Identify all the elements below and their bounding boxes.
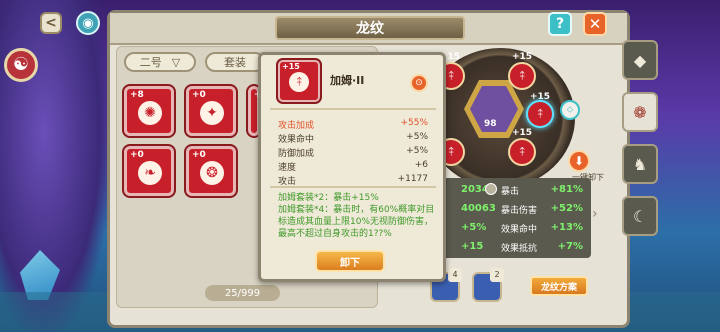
set-bonus-2: 加姆套装*2：暴击+15%: [278, 193, 379, 203]
dragon-item-icon[interactable]: 2: [472, 268, 504, 302]
chevron-down-icon: ▽: [171, 55, 181, 69]
attribute-value: +1177: [397, 174, 428, 184]
dropdown-label: 二号: [139, 56, 162, 69]
rune-glyph-icon: ⤉: [289, 72, 309, 92]
set-bonus-4-text: 加姆套装*4：暴击时，有60%概率对目标造成其血量上限10%无视防御伤害，最高不…: [278, 205, 435, 239]
stat-left-value: +5%: [461, 222, 487, 233]
item-count: 2: [490, 268, 504, 282]
tab-beast[interactable]: ♞: [622, 144, 658, 184]
stat-left-value: 40063: [461, 203, 496, 214]
ring-node-level: +15: [512, 128, 533, 138]
stat-right-value: +13%: [550, 222, 583, 233]
divider: [270, 108, 436, 110]
stat-name: 暴击伤害: [501, 206, 538, 216]
core-level: 98: [484, 119, 497, 129]
stat-name: 效果抵抗: [501, 244, 538, 254]
lock-icon[interactable]: ⊙: [410, 74, 428, 92]
tab-moon[interactable]: ☾: [622, 196, 658, 236]
stat-right-value: +52%: [550, 203, 583, 214]
stat-name: 暴击: [501, 187, 520, 197]
back-button[interactable]: <: [40, 12, 62, 34]
ring-node-level: +15: [512, 52, 533, 62]
leaf-rune-icon: ❧: [138, 161, 162, 185]
attribute-value: +5%: [406, 132, 428, 142]
attribute-row: 速度 +6: [278, 160, 428, 173]
shield-icon: [485, 183, 497, 195]
ring-rune-slot[interactable]: ⤉: [508, 62, 536, 90]
slot-level: +0: [192, 150, 206, 160]
link-arrow-icon: ⬦: [560, 100, 580, 120]
ring-rune-slot[interactable]: ⤉: [508, 138, 536, 166]
fire-rune-icon: ✺: [138, 101, 162, 125]
slot-level: +0: [192, 90, 206, 100]
attribute-value: +5%: [406, 146, 428, 156]
attribute-row: 防御加成 +5%: [278, 146, 428, 159]
attribute-name: 速度: [278, 163, 297, 173]
inventory-slot[interactable]: +8 ✺: [124, 86, 174, 136]
divider: [270, 186, 436, 188]
stat-right-value: +81%: [550, 184, 583, 195]
stat-right-value: +7%: [557, 241, 583, 252]
unequip-button[interactable]: 卸下: [315, 250, 385, 272]
rune-filter-dropdown[interactable]: 二号 ▽: [124, 52, 196, 72]
set-bonus-4-tail: ??%: [373, 229, 392, 239]
tooltip-rune-icon: +15 ⤉: [278, 60, 320, 102]
close-button[interactable]: ✕: [583, 12, 607, 36]
attribute-row: 攻击加成 +55%: [278, 118, 428, 131]
attribute-name: 防御加成: [278, 149, 315, 159]
slot-level: +0: [130, 150, 144, 160]
inventory-slot[interactable]: +0 ❧: [124, 146, 174, 196]
inventory-slot[interactable]: +0 ✦: [186, 86, 236, 136]
tooltip-rune-level: +15: [282, 62, 300, 71]
slot-level: +8: [130, 90, 144, 100]
help-button[interactable]: ?: [548, 12, 572, 36]
rune-plan-button[interactable]: 龙纹方案: [530, 276, 588, 296]
attribute-name: 攻击加成: [278, 121, 315, 131]
item-count: 4: [448, 268, 462, 282]
dragon-emblem-icon: ☯: [4, 48, 38, 82]
attribute-row: 效果命中 +5%: [278, 132, 428, 145]
eye-icon[interactable]: ◉: [76, 11, 100, 35]
set-filter-button[interactable]: 套装: [205, 52, 265, 72]
stat-left-value: +15: [461, 241, 484, 252]
attribute-value: +55%: [400, 118, 428, 128]
swirl-rune-icon: ❂: [200, 161, 224, 185]
attribute-name: 效果命中: [278, 135, 315, 145]
panel-title: 龙纹: [275, 16, 465, 40]
inventory-slot[interactable]: +0 ❂: [186, 146, 236, 196]
unequip-all-icon[interactable]: ⬇: [568, 150, 590, 172]
attribute-value: +6: [414, 160, 428, 170]
inventory-counter: 25/999: [205, 285, 280, 301]
chevron-right-icon[interactable]: ›: [592, 206, 598, 222]
tooltip-rune-name: 加姆·II: [330, 74, 365, 87]
feather-rune-icon: ✦: [200, 101, 224, 125]
tab-dragon[interactable]: ◆: [622, 40, 658, 80]
set-bonus-4: 加姆套装*4：暴击时，有60%概率对目标造成其血量上限10%无视防御伤害，最高不…: [278, 204, 438, 252]
stat-name: 效果命中: [501, 225, 538, 235]
tab-rune[interactable]: ❁: [622, 92, 658, 132]
ring-rune-slot-selected[interactable]: ⤉: [526, 100, 554, 128]
